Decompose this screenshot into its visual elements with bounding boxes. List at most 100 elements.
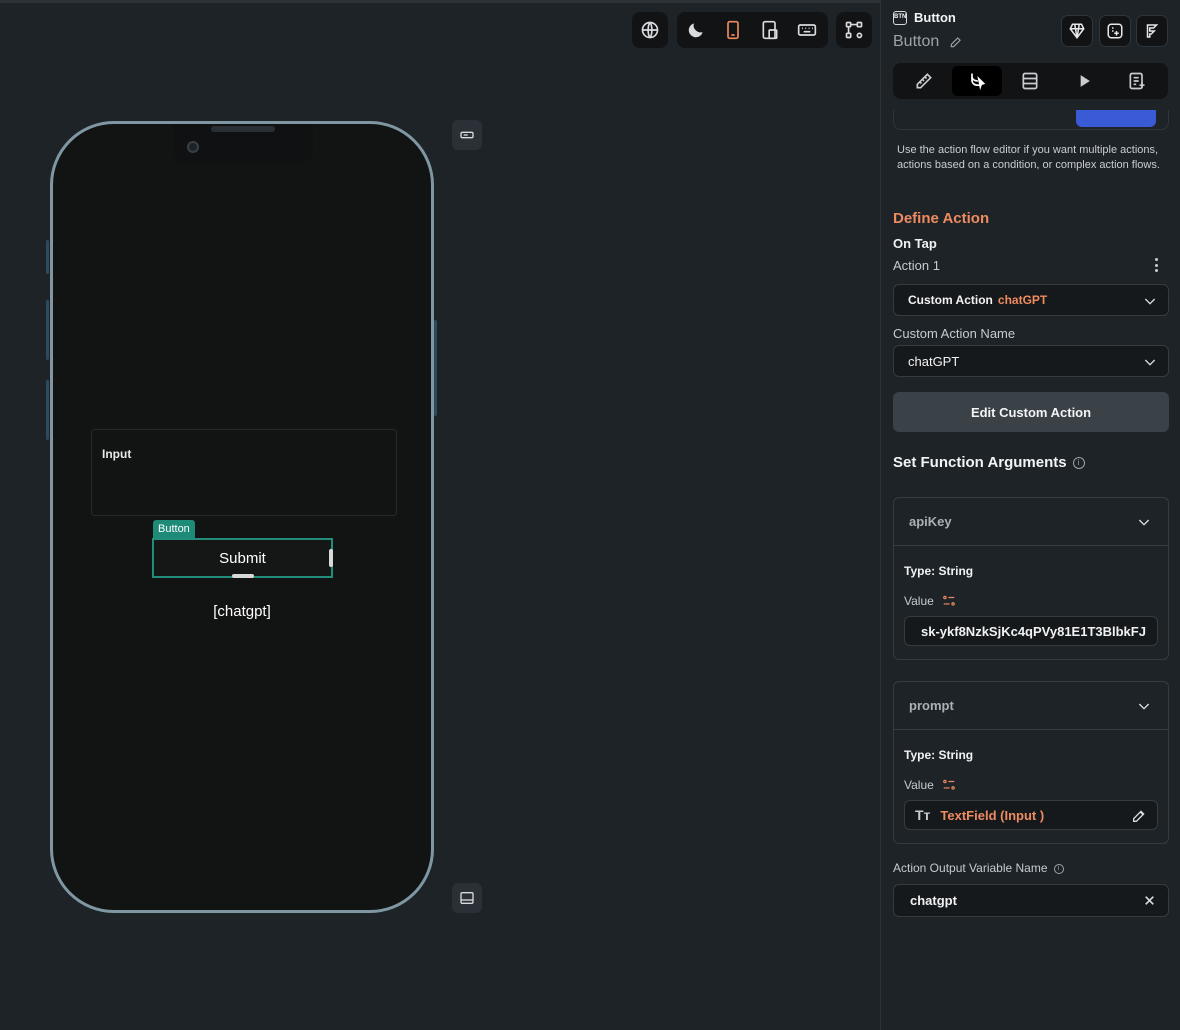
nav-bar-toggle[interactable] (452, 883, 482, 913)
phone-side-button (46, 240, 49, 274)
pencil-icon[interactable] (949, 35, 963, 49)
action-type-value: chatGPT (997, 293, 1048, 307)
widget-name[interactable]: Button (893, 33, 963, 51)
speaker-bar (211, 126, 275, 132)
pencil-icon[interactable] (1131, 808, 1147, 824)
flutterflow-button[interactable] (1136, 15, 1168, 47)
help-text: Use the action flow editor if you want m… (897, 144, 1160, 171)
widget-name-label: Button (893, 33, 940, 50)
device-toolbar (677, 12, 828, 48)
top-border (0, 0, 880, 3)
camera-icon (187, 141, 199, 153)
prompt-value-field[interactable]: Tт TextField (Input ) (904, 800, 1158, 830)
panel-header: BTN Button Button (881, 0, 1180, 110)
phone-notch (173, 124, 313, 164)
value-label: Value (904, 778, 956, 792)
submit-button[interactable]: Submit (152, 538, 333, 578)
apikey-value-field[interactable]: sk-ykf8NzkSjKc4qPVy81E1T3BlbkFJ (904, 616, 1158, 646)
custom-action-name-value: chatGPT (908, 353, 960, 369)
keyboard-icon[interactable] (788, 12, 825, 48)
input-label: Input (102, 447, 132, 461)
gem-icon (1069, 23, 1085, 39)
submit-button-label: Submit (219, 549, 266, 567)
phone-icon[interactable] (714, 12, 751, 48)
ruler-pencil-icon (916, 73, 932, 89)
docs-tab[interactable] (1112, 66, 1162, 96)
widget-type: BTN Button (893, 10, 956, 25)
argument-type: Type: String (904, 564, 974, 578)
argument-name: prompt (909, 698, 954, 713)
add-widget-button[interactable] (1099, 15, 1131, 47)
output-variable-value: chatgpt (910, 893, 957, 908)
tree-toolbar (836, 12, 872, 48)
action-label: Action 1 (893, 258, 940, 273)
tree-icon[interactable] (836, 12, 872, 48)
text-field-input[interactable]: Input (91, 429, 397, 516)
define-action-title: Define Action (893, 210, 990, 227)
widget-type-label: Button (914, 10, 956, 25)
output-variable-label: Action Output Variable Name i (893, 861, 1064, 875)
argument-card-apikey: apiKey Type: String Value sk-ykf8NzkSjKc… (893, 497, 1169, 660)
text-type-icon: Tт (915, 807, 931, 823)
value-label-text: Value (904, 594, 934, 608)
output-variable-field[interactable]: chatgpt (893, 884, 1169, 917)
open-action-flow-button[interactable] (1076, 109, 1156, 127)
phone-frame: Input Button Submit [chatgpt] (50, 121, 434, 913)
resize-handle-bottom[interactable] (232, 574, 254, 578)
language-toolbar (632, 12, 668, 48)
output-variable-label-text: Action Output Variable Name (893, 861, 1048, 875)
status-bar-icon (460, 131, 474, 139)
custom-action-name-label: Custom Action Name (893, 326, 1016, 341)
backend-query-tab[interactable] (1005, 66, 1055, 96)
argument-header[interactable]: apiKey (894, 498, 1168, 546)
tablet-icon[interactable] (751, 12, 788, 48)
database-icon (1022, 72, 1038, 90)
more-vert-icon[interactable] (1155, 258, 1159, 272)
button-widget-icon: BTN (893, 10, 907, 25)
edit-custom-action-button[interactable]: Edit Custom Action (893, 392, 1169, 432)
custom-action-name-dropdown[interactable]: chatGPT (893, 345, 1169, 377)
variable-source-icon[interactable] (942, 778, 956, 792)
set-function-arguments-title: Set Function Arguments i (893, 454, 1085, 471)
action-flow-icon (971, 73, 986, 91)
value-label: Value (904, 594, 956, 608)
prompt-value: TextField (Input ) (940, 807, 1045, 823)
info-icon[interactable]: i (1072, 457, 1085, 470)
properties-tab[interactable] (899, 66, 949, 96)
properties-panel: BTN Button Button Use the action flow ed… (880, 0, 1180, 1030)
phone-side-button (46, 300, 49, 360)
action-type-dropdown[interactable]: Custom Action chatGPT (893, 284, 1169, 316)
notes-icon (1129, 72, 1145, 90)
set-args-label: Set Function Arguments (893, 454, 1067, 471)
phone-side-button (434, 320, 437, 416)
flutterflow-icon (1146, 24, 1159, 38)
info-icon[interactable]: i (1053, 863, 1064, 874)
actions-tab[interactable] (952, 66, 1003, 96)
gem-button[interactable] (1061, 15, 1093, 47)
variable-source-icon[interactable] (942, 594, 956, 608)
value-label-text: Value (904, 778, 934, 792)
argument-header[interactable]: prompt (894, 682, 1168, 730)
chevron-down-icon (1138, 703, 1150, 710)
panel-tabs (893, 63, 1168, 99)
resize-handle-right[interactable] (329, 549, 333, 567)
argument-name: apiKey (909, 514, 952, 529)
selected-widget-tag: Button (153, 520, 195, 538)
argument-type: Type: String (904, 748, 974, 762)
phone-side-button (46, 380, 49, 440)
argument-card-prompt: prompt Type: String Value Tт TextField (… (893, 681, 1169, 844)
close-icon[interactable] (1143, 894, 1156, 907)
globe-icon[interactable] (632, 12, 668, 48)
action-type-label: Custom Action (908, 293, 993, 307)
trigger-label: On Tap (893, 236, 937, 251)
chevron-down-icon (1144, 298, 1156, 305)
add-widget-icon (1107, 23, 1123, 39)
play-icon (1080, 75, 1090, 87)
chevron-down-icon (1138, 519, 1150, 526)
output-text: [chatgpt] (213, 603, 271, 620)
chevron-down-icon (1144, 359, 1156, 366)
status-bar-toggle[interactable] (452, 120, 482, 150)
moon-icon[interactable] (677, 12, 714, 48)
preview-tab[interactable] (1059, 66, 1109, 96)
nav-bar-icon (460, 892, 474, 904)
